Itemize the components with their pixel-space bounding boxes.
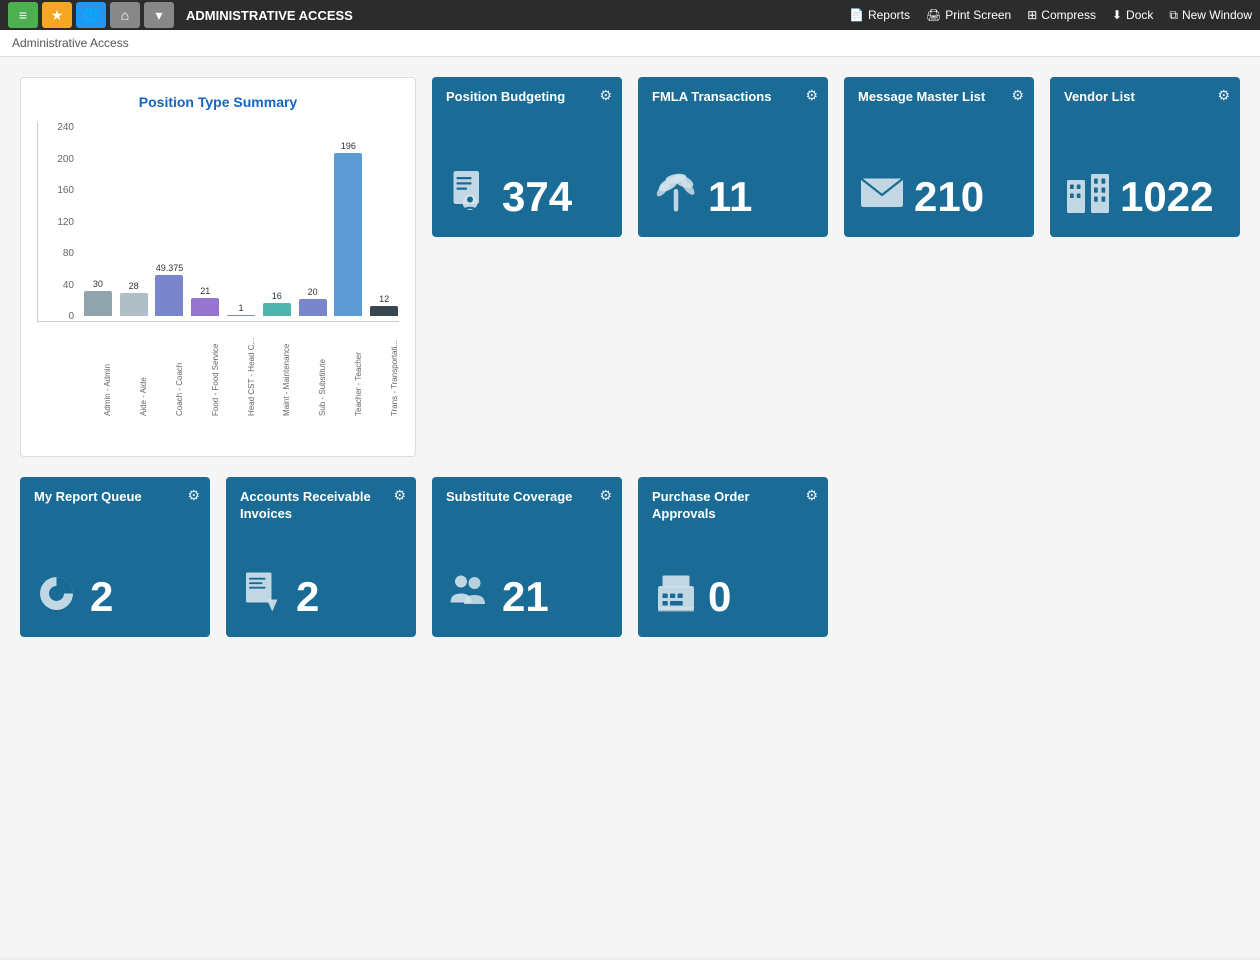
tile-title-substitute: Substitute Coverage <box>446 489 608 506</box>
dropdown-icon-btn[interactable]: ▾ <box>144 2 174 28</box>
compress-icon: ⊞ <box>1027 8 1037 22</box>
tile-number-message: 210 <box>914 176 984 218</box>
breadcrumb: Administrative Access <box>0 30 1260 57</box>
building-icon <box>1064 168 1112 225</box>
menu-icon-btn[interactable]: ≡ <box>8 2 38 28</box>
tile-title-position-budgeting: Position Budgeting <box>446 89 608 106</box>
print-icon: 🖨 <box>926 8 941 22</box>
tile-title-fmla: FMLA Transactions <box>652 89 814 106</box>
tile-vendor-list[interactable]: ⚙ Vendor List <box>1050 77 1240 237</box>
globe-icon-btn[interactable]: 🌐 <box>76 2 106 28</box>
new-window-button[interactable]: ⧉ New Window <box>1169 8 1252 23</box>
app-title: ADMINISTRATIVE ACCESS <box>186 8 845 23</box>
person-doc-icon <box>446 168 494 225</box>
tile-number-fmla: 11 <box>708 176 752 218</box>
x-axis-labels: Admin - AdminAide - AideCoach - CoachFoo… <box>37 326 399 416</box>
tile-message-master[interactable]: ⚙ Message Master List 210 <box>844 77 1034 237</box>
tile-body-accounts-receivable: 2 <box>240 558 402 625</box>
gear-icon-substitute[interactable]: ⚙ <box>599 487 612 504</box>
nav-actions: 📄 Reports 🖨 Print Screen ⊞ Compress ⬇ Do… <box>849 8 1252 23</box>
bar-group-8: 12 <box>369 294 399 316</box>
tile-purchase-order[interactable]: ⚙ Purchase Order Approvals <box>638 477 828 637</box>
bar-group-2: 49.375 <box>155 263 185 316</box>
bottom-dashboard-row: ⚙ My Report Queue 2 ⚙ Accounts Receivabl… <box>20 477 1240 637</box>
bar-group-3: 21 <box>190 286 220 316</box>
tile-number-position-budgeting: 374 <box>502 176 572 218</box>
top-tiles-grid: ⚙ Position Budgeting <box>432 77 1240 237</box>
tile-number-substitute: 21 <box>502 576 549 618</box>
tile-body-purchase-order: 0 <box>652 558 814 625</box>
top-nav: ≡ ★ 🌐 ⌂ ▾ ADMINISTRATIVE ACCESS 📄 Report… <box>0 0 1260 30</box>
chart-title: Position Type Summary <box>37 94 399 110</box>
pie-chart-icon <box>34 568 82 625</box>
tile-accounts-receivable[interactable]: ⚙ Accounts Receivable Invoices 2 <box>226 477 416 637</box>
tile-body-vendor: 1022 <box>1064 158 1226 225</box>
compress-button[interactable]: ⊞ Compress <box>1027 8 1096 22</box>
envelope-icon <box>858 168 906 225</box>
people-icon <box>446 568 494 625</box>
gear-icon-fmla[interactable]: ⚙ <box>805 87 818 104</box>
gear-icon-purchase-order[interactable]: ⚙ <box>805 487 818 504</box>
gear-icon-message[interactable]: ⚙ <box>1011 87 1024 104</box>
tile-title-vendor: Vendor List <box>1064 89 1226 106</box>
bar-group-4: 1 <box>226 303 256 316</box>
bar-group-5: 16 <box>262 291 292 316</box>
tile-body-position-budgeting: 374 <box>446 158 608 225</box>
register-icon <box>652 568 700 625</box>
tile-title-purchase-order: Purchase Order Approvals <box>652 489 814 523</box>
tile-position-budgeting[interactable]: ⚙ Position Budgeting <box>432 77 622 237</box>
tile-number-accounts-receivable: 2 <box>296 576 319 618</box>
reports-icon: 📄 <box>849 8 864 22</box>
tile-body-message: 210 <box>858 158 1020 225</box>
tile-body-report-queue: 2 <box>34 558 196 625</box>
home-icon-btn[interactable]: ⌂ <box>110 2 140 28</box>
main-content: Position Type Summary 240 200 160 120 80… <box>0 57 1260 957</box>
tile-title-message: Message Master List <box>858 89 1020 106</box>
bar-chart-container: 240 200 160 120 80 40 0 302849.37521 1 162… <box>37 122 399 416</box>
palm-tree-icon <box>652 168 700 225</box>
print-screen-button[interactable]: 🖨 Print Screen <box>926 8 1011 22</box>
tile-number-report-queue: 2 <box>90 576 113 618</box>
gear-icon-position-budgeting[interactable]: ⚙ <box>599 87 612 104</box>
dock-button[interactable]: ⬇ Dock <box>1112 8 1153 22</box>
bar-group-1: 28 <box>119 281 149 316</box>
favorites-icon-btn[interactable]: ★ <box>42 2 72 28</box>
tile-body-fmla: 11 <box>652 158 814 225</box>
tile-report-queue[interactable]: ⚙ My Report Queue 2 <box>20 477 210 637</box>
top-dashboard-row: Position Type Summary 240 200 160 120 80… <box>20 77 1240 457</box>
y-axis-labels: 240 200 160 120 80 40 0 <box>38 122 78 322</box>
bar-group-7: 196 <box>333 141 363 316</box>
chart-panel: Position Type Summary 240 200 160 120 80… <box>20 77 416 457</box>
new-window-icon: ⧉ <box>1169 8 1178 23</box>
bar-group-6: 20 <box>298 287 328 316</box>
tile-number-vendor: 1022 <box>1120 176 1213 218</box>
gear-icon-vendor[interactable]: ⚙ <box>1217 87 1230 104</box>
tile-title-report-queue: My Report Queue <box>34 489 196 506</box>
tile-title-accounts-receivable: Accounts Receivable Invoices <box>240 489 402 523</box>
tile-body-substitute: 21 <box>446 558 608 625</box>
bar-chart: 240 200 160 120 80 40 0 302849.37521 1 162… <box>37 122 399 322</box>
gear-icon-accounts-receivable[interactable]: ⚙ <box>393 487 406 504</box>
invoice-down-icon <box>240 568 288 625</box>
tile-fmla-transactions[interactable]: ⚙ FMLA Transactions <box>638 77 828 237</box>
tile-number-purchase-order: 0 <box>708 576 731 618</box>
bar-group-0: 30 <box>83 279 113 316</box>
tile-substitute-coverage[interactable]: ⚙ Substitute Coverage 21 <box>432 477 622 637</box>
gear-icon-report-queue[interactable]: ⚙ <box>187 487 200 504</box>
reports-button[interactable]: 📄 Reports <box>849 8 910 22</box>
dock-icon: ⬇ <box>1112 8 1122 22</box>
